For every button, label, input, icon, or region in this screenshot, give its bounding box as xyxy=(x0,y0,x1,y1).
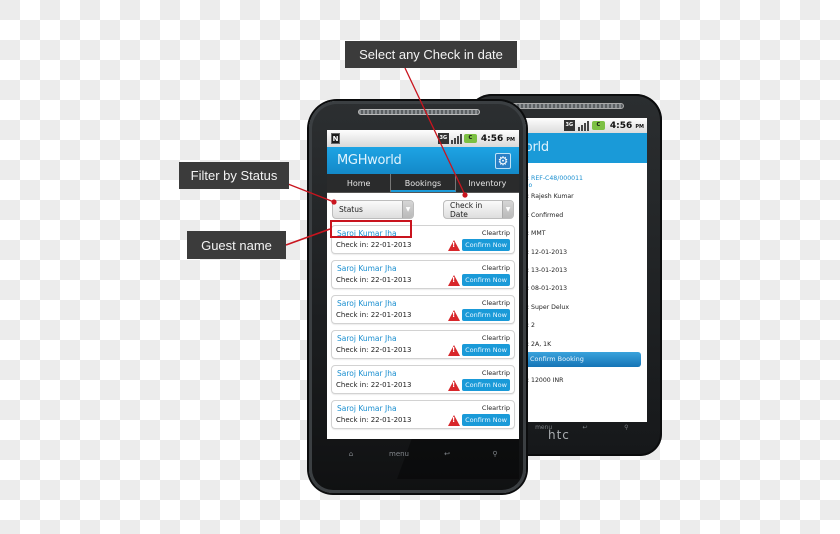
guest-name[interactable]: Saroj Kumar Jha xyxy=(337,369,397,378)
confirm-now-button[interactable]: Confirm Now xyxy=(462,309,510,321)
signal-icon xyxy=(577,120,589,131)
menu-button[interactable]: menu xyxy=(375,450,423,458)
app-logo-partial: Hworld xyxy=(523,133,647,163)
booking-source: Cleartrip xyxy=(481,264,510,272)
clock: 4:56 PM xyxy=(481,134,515,144)
gear-icon[interactable]: ⚙ xyxy=(495,152,511,169)
warning-icon xyxy=(448,275,460,286)
warning-icon xyxy=(448,380,460,391)
detail-rooms: : 2 xyxy=(527,322,535,330)
search-icon[interactable]: ⚲ xyxy=(606,424,647,431)
detail-status: : Confirmed xyxy=(527,211,564,219)
confirm-now-button[interactable]: Confirm Now xyxy=(462,344,510,356)
front-phone: N 3G C 4:56 PM MGHworld ⚙ Home Bookings … xyxy=(309,101,526,493)
status-bar: N 3G C 4:56 PM xyxy=(327,130,519,147)
htc-logo: htc xyxy=(548,428,570,442)
speaker-grille xyxy=(358,109,480,115)
check-in-date: Check in: 22-01-2013 xyxy=(336,381,412,389)
bookings-screen: N 3G C 4:56 PM MGHworld ⚙ Home Bookings … xyxy=(327,130,519,439)
booking-item[interactable]: Saroj Kumar Jha Check in: 22-01-2013 Cle… xyxy=(331,295,515,324)
chevron-down-icon: ▼ xyxy=(402,201,413,218)
status-bar: 3G C 4:56 PM xyxy=(523,118,647,133)
app-header: MGHworld ⚙ xyxy=(327,147,519,174)
confirm-booking-button[interactable]: Confirm Booking xyxy=(523,352,641,367)
callout-guest-name: Guest name xyxy=(187,231,286,259)
detail-source: : MMT xyxy=(527,230,546,238)
booking-source: Cleartrip xyxy=(481,299,510,307)
detail-check-out: : 13-01-2013 xyxy=(527,266,568,274)
back-icon[interactable]: ↩ xyxy=(423,450,471,458)
tab-inventory[interactable]: Inventory xyxy=(456,174,519,192)
confirm-now-button[interactable]: Confirm Now xyxy=(462,274,510,286)
booking-item[interactable]: Saroj Kumar Jha Check in: 22-01-2013 Cle… xyxy=(331,400,515,429)
signal-icon xyxy=(450,133,462,144)
booking-item[interactable]: Saroj Kumar Jha Check in: 22-01-2013 Cle… xyxy=(331,365,515,394)
tab-bookings[interactable]: Bookings xyxy=(391,174,456,192)
status-filter-label: Status xyxy=(339,205,363,214)
guest-name[interactable]: Saroj Kumar Jha xyxy=(337,299,397,308)
check-in-date: Check in: 22-01-2013 xyxy=(336,416,412,424)
warning-icon xyxy=(448,415,460,426)
clock: 4:56 PM xyxy=(610,121,644,131)
back-icon[interactable]: ↩ xyxy=(564,424,605,431)
check-in-date: Check in: 22-01-2013 xyxy=(336,346,412,354)
battery-icon: C xyxy=(591,121,605,130)
check-in-date-dropdown[interactable]: Check in Date ▼ xyxy=(443,200,514,219)
network-3g-icon: 3G xyxy=(563,120,575,131)
detail-check-in: : 12-01-2013 xyxy=(527,248,568,256)
speaker-grille xyxy=(506,103,624,109)
warning-icon xyxy=(448,345,460,356)
booking-detail-screen: 3G C 4:56 PM Hworld : REF-C48/000011 : R… xyxy=(523,118,647,422)
callout-filter-status: Filter by Status xyxy=(179,162,289,189)
guest-name[interactable]: Saroj Kumar Jha xyxy=(337,334,397,343)
check-in-date: Check in: 22-01-2013 xyxy=(336,276,412,284)
booking-source: Cleartrip xyxy=(481,334,510,342)
detail-booked-on: : 08-01-2013 xyxy=(527,285,568,293)
booking-item[interactable]: Saroj Kumar Jha Check in: 22-01-2013 Cle… xyxy=(331,330,515,359)
guest-name[interactable]: Saroj Kumar Jha xyxy=(337,264,397,273)
tab-bar: Home Bookings Inventory xyxy=(327,174,519,193)
back-nav-bar: menu ↩ ⚲ xyxy=(523,412,647,442)
booking-list: Saroj Kumar Jha Check in: 22-01-2013 Cle… xyxy=(327,225,519,429)
booking-source: Cleartrip xyxy=(481,229,510,237)
detail-amount: : 12000 INR xyxy=(527,377,564,385)
clock-ampm: PM xyxy=(635,123,644,130)
clock-time: 4:56 xyxy=(480,133,504,144)
front-nav-bar: ⌂ menu ↩ ⚲ xyxy=(327,439,519,469)
booking-source: Cleartrip xyxy=(481,369,510,377)
booking-source: Cleartrip xyxy=(481,404,510,412)
clock-time: 4:56 xyxy=(609,120,633,131)
check-in-date: Check in: 22-01-2013 xyxy=(336,311,412,319)
detail-guest: : Rajesh Kumar xyxy=(527,193,574,201)
app-logo: MGHworld xyxy=(337,153,402,168)
confirm-now-button[interactable]: Confirm Now xyxy=(462,379,510,391)
confirm-now-button[interactable]: Confirm Now xyxy=(462,239,510,251)
home-icon[interactable]: ⌂ xyxy=(327,450,375,458)
confirm-now-button[interactable]: Confirm Now xyxy=(462,414,510,426)
callout-check-in-date: Select any Check in date xyxy=(345,41,517,68)
network-3g-icon: 3G xyxy=(437,133,449,144)
clock-ampm: PM xyxy=(506,136,515,143)
check-in-date: Check in: 22-01-2013 xyxy=(336,241,412,249)
tab-home[interactable]: Home xyxy=(327,174,392,192)
detail-reference: : REF-C48/000011 xyxy=(527,175,583,182)
notification-icon: N xyxy=(331,133,340,144)
booking-item[interactable]: Saroj Kumar Jha Check in: 22-01-2013 Cle… xyxy=(331,260,515,289)
guest-name[interactable]: Saroj Kumar Jha xyxy=(337,404,397,413)
guest-name-highlight xyxy=(330,220,412,238)
search-icon[interactable]: ⚲ xyxy=(471,450,519,458)
chevron-down-icon: ▼ xyxy=(502,201,513,218)
warning-icon xyxy=(448,310,460,321)
check-in-date-label: Check in Date xyxy=(450,200,483,219)
battery-icon: C xyxy=(463,134,477,143)
warning-icon xyxy=(448,240,460,251)
detail-room-type: : Super Delux xyxy=(527,303,570,311)
status-filter-dropdown[interactable]: Status ▼ xyxy=(332,200,414,219)
